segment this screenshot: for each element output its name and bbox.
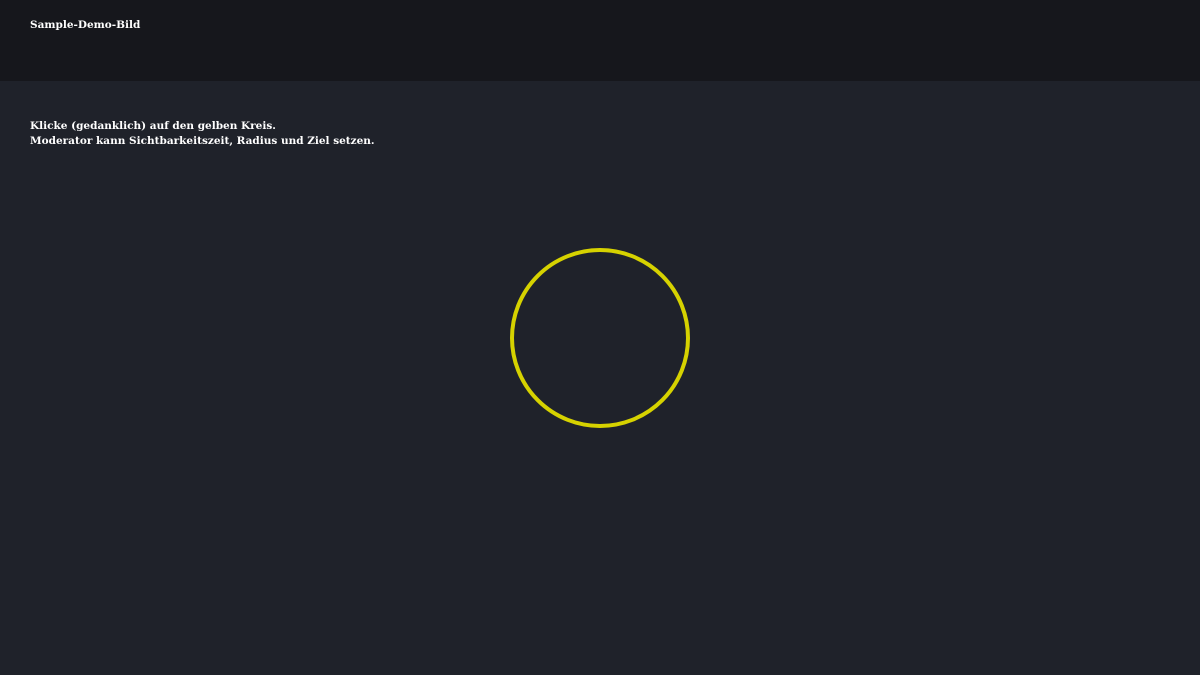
target-circle-ring[interactable] <box>510 248 690 428</box>
instruction-line-1: Klicke (gedanklich) auf den gelben Kreis… <box>30 120 276 132</box>
page-title: Sample-Demo-Bild <box>30 19 141 31</box>
header-bar: Sample-Demo-Bild <box>0 0 1200 81</box>
instruction-text: Klicke (gedanklich) auf den gelben Kreis… <box>30 119 375 149</box>
instruction-line-2: Moderator kann Sichtbarkeitszeit, Radius… <box>30 135 375 147</box>
target-circle[interactable] <box>510 248 690 428</box>
